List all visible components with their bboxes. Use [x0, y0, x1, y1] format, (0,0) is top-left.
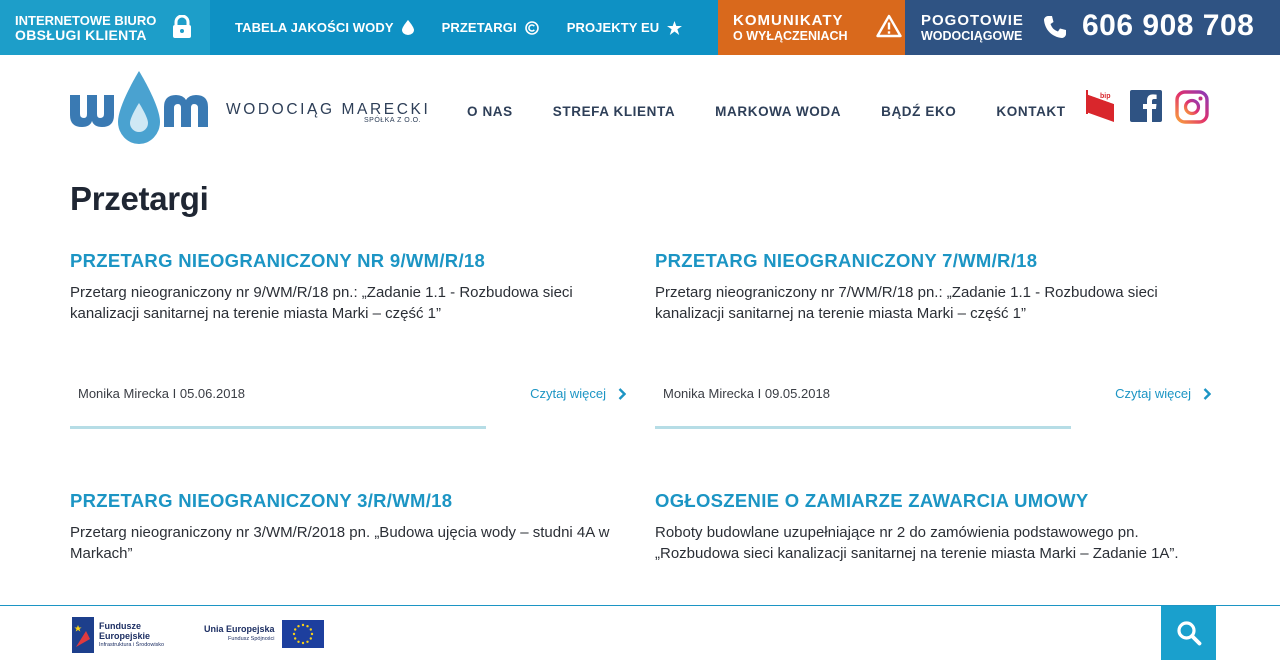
chevron-right-icon — [1203, 387, 1211, 400]
read-more-link[interactable]: Czytaj więcej — [530, 386, 626, 401]
water-drop-icon — [401, 20, 414, 35]
chevron-right-icon — [618, 387, 626, 400]
european-union-line1: Unia Europejska — [204, 624, 275, 634]
bip-icon[interactable]: bip — [1086, 90, 1116, 122]
warning-icon — [876, 14, 902, 38]
post-excerpt: Roboty budowlane uzupełniające nr 2 do z… — [655, 524, 1179, 562]
search-button[interactable] — [1161, 606, 1216, 660]
footer-divider — [0, 605, 1280, 606]
nav-item-be-eco[interactable]: BĄDŹ EKO — [881, 104, 956, 119]
post-title-link[interactable]: PRZETARG NIEOGRANICZONY NR 9/WM/R/18 — [70, 250, 485, 271]
wm-logo-icon[interactable] — [68, 69, 210, 147]
post-meta: Monika Mirecka I 09.05.2018 — [663, 386, 830, 401]
client-office-link[interactable]: INTERNETOWE BIURO OBSŁUGI KLIENTA — [0, 0, 210, 55]
top-links: TABELA JAKOŚCI WODY PRZETARGI PROJEKTY E… — [210, 0, 718, 55]
eu-projects-link[interactable]: PROJEKTY EU — [567, 20, 683, 35]
post-card: PRZETARG NIEOGRANICZONY 3/R/WM/18 Przeta… — [70, 490, 626, 564]
post-excerpt: Przetarg nieograniczony nr 7/WM/R/18 pn.… — [655, 284, 1158, 322]
emergency-phone-number[interactable]: 606 908 708 — [1082, 9, 1254, 43]
outage-line1: KOMUNIKATY — [733, 11, 844, 29]
post-excerpt: Przetarg nieograniczony nr 9/WM/R/18 pn.… — [70, 284, 573, 322]
post-card: PRZETARG NIEOGRANICZONY 7/WM/R/18 Przeta… — [655, 250, 1211, 429]
nav-item-client-zone[interactable]: STREFA KLIENTA — [553, 104, 675, 119]
facebook-icon[interactable] — [1130, 90, 1162, 122]
client-office-line1: INTERNETOWE BIURO — [15, 12, 157, 28]
water-quality-link[interactable]: TABELA JAKOŚCI WODY — [235, 20, 414, 35]
emergency-line2: WODOCIĄGOWE — [921, 28, 1023, 43]
european-funds-logo: Fundusze Europejskie Infrastruktura i Śr… — [72, 617, 164, 653]
post-divider — [655, 426, 1071, 429]
lock-icon — [173, 15, 191, 38]
search-icon — [1176, 621, 1201, 646]
post-title-link[interactable]: PRZETARG NIEOGRANICZONY 3/R/WM/18 — [70, 490, 452, 511]
bip-label: bip — [1100, 93, 1111, 100]
post-divider — [70, 426, 486, 429]
post-title-link[interactable]: OGŁOSZENIE O ZAMIARZE ZAWARCIA UMOWY — [655, 490, 1089, 511]
read-more-link[interactable]: Czytaj więcej — [1115, 386, 1211, 401]
emergency-line1: POGOTOWIE — [921, 11, 1024, 29]
post-excerpt: Przetarg nieograniczony nr 3/WM/R/2018 p… — [70, 524, 610, 562]
european-funds-line3: Infrastruktura i Środowisko — [99, 642, 165, 648]
copyright-icon — [524, 20, 539, 35]
european-union-logo: Unia Europejska Fundusz Spójności — [204, 620, 324, 648]
eu-flag-icon — [281, 620, 324, 648]
instagram-icon[interactable] — [1175, 90, 1209, 124]
tenders-link[interactable]: PRZETARGI — [442, 20, 539, 35]
nav-item-contact[interactable]: KONTAKT — [996, 104, 1065, 119]
european-funds-flag-icon — [72, 617, 94, 653]
logo-subtitle: SPÓŁKA Z O.O. — [364, 117, 422, 124]
client-office-line2: OBSŁUGI KLIENTA — [15, 26, 147, 43]
european-funds-line2: Europejskie — [99, 631, 151, 641]
top-bar: INTERNETOWE BIURO OBSŁUGI KLIENTA TABELA… — [0, 0, 1280, 55]
main-nav: O NAS STREFA KLIENTA MARKOWA WODA BĄDŹ E… — [467, 104, 1106, 119]
post-meta: Monika Mirecka I 05.06.2018 — [78, 386, 245, 401]
post-card: PRZETARG NIEOGRANICZONY NR 9/WM/R/18 Prz… — [70, 250, 626, 429]
european-union-line2: Fundusz Spójności — [228, 636, 275, 642]
star-icon — [667, 20, 683, 35]
outage-notices-link[interactable]: KOMUNIKATY O WYŁĄCZENIACH — [718, 0, 905, 55]
page-title: Przetargi — [70, 180, 209, 217]
site-header: WODOCIĄG MARECKI SPÓŁKA Z O.O. O NAS STR… — [0, 55, 1280, 175]
phone-icon — [1044, 16, 1066, 38]
european-funds-line1: Fundusze — [99, 621, 141, 631]
post-title-link[interactable]: PRZETARG NIEOGRANICZONY 7/WM/R/18 — [655, 250, 1037, 271]
outage-line2: O WYŁĄCZENIACH — [733, 28, 848, 43]
nav-item-about[interactable]: O NAS — [467, 104, 513, 119]
emergency-service[interactable]: POGOTOWIE WODOCIĄGOWE 606 908 708 — [905, 0, 1280, 55]
post-card: OGŁOSZENIE O ZAMIARZE ZAWARCIA UMOWY Rob… — [655, 490, 1211, 564]
nav-item-brand-water[interactable]: MARKOWA WODA — [715, 104, 841, 119]
